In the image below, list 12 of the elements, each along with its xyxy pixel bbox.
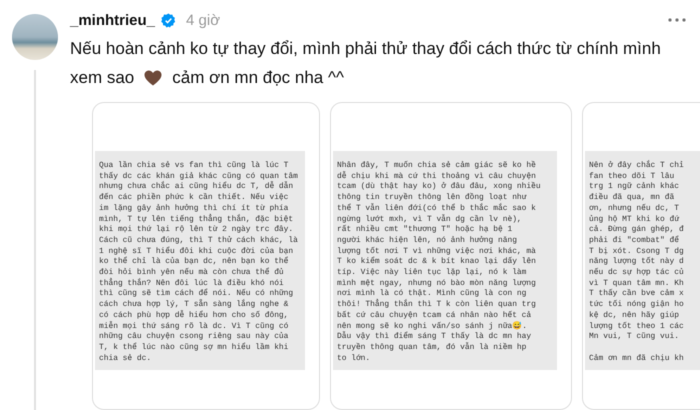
note-screenshot[interactable] — [92, 102, 320, 410]
note-screenshot[interactable] — [330, 102, 572, 410]
post-time: 4 giờ — [186, 12, 220, 28]
username[interactable]: _minhtrieu_ — [70, 12, 156, 28]
post-text: cảm ơn mn đọc nha ^^ — [172, 68, 344, 88]
post-text: Nếu hoàn cảnh ko tự thay đổi, mình phải thử thay đổi cách thức từ chính mình — [70, 38, 661, 58]
more-options-icon[interactable] — [668, 18, 686, 22]
note-screenshot[interactable] — [582, 102, 700, 410]
heart-icon — [144, 70, 162, 86]
post-text: xem sao — [70, 68, 134, 88]
avatar-photo[interactable] — [12, 14, 58, 60]
verified-badge-icon — [161, 12, 176, 28]
